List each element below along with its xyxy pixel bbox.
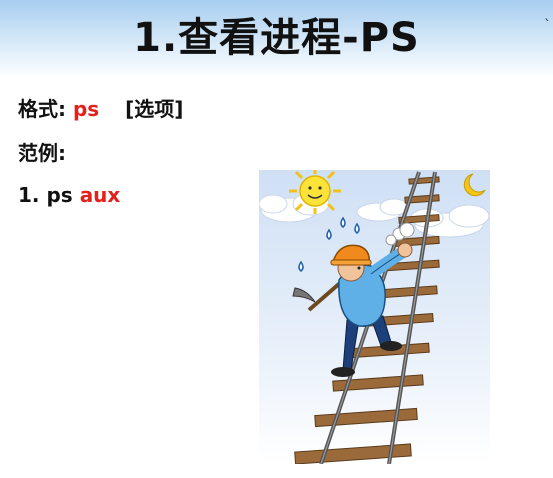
edge-glyph: ` [544, 18, 551, 34]
format-label: 格式: [18, 97, 66, 121]
example-label: 范例: [18, 141, 66, 165]
format-line: 格式: ps [选项] [18, 96, 183, 122]
ladder-climber-illustration [259, 170, 490, 464]
example-args: aux [79, 183, 121, 207]
slide-title: 1.查看进程-PS [133, 15, 420, 61]
example-line: 1. ps aux [18, 182, 120, 208]
format-command: ps [72, 97, 100, 121]
example-number: 1. [18, 183, 40, 207]
format-options: [选项] [125, 97, 184, 121]
example-heading: 范例: [18, 140, 66, 166]
example-command: ps [46, 183, 73, 207]
